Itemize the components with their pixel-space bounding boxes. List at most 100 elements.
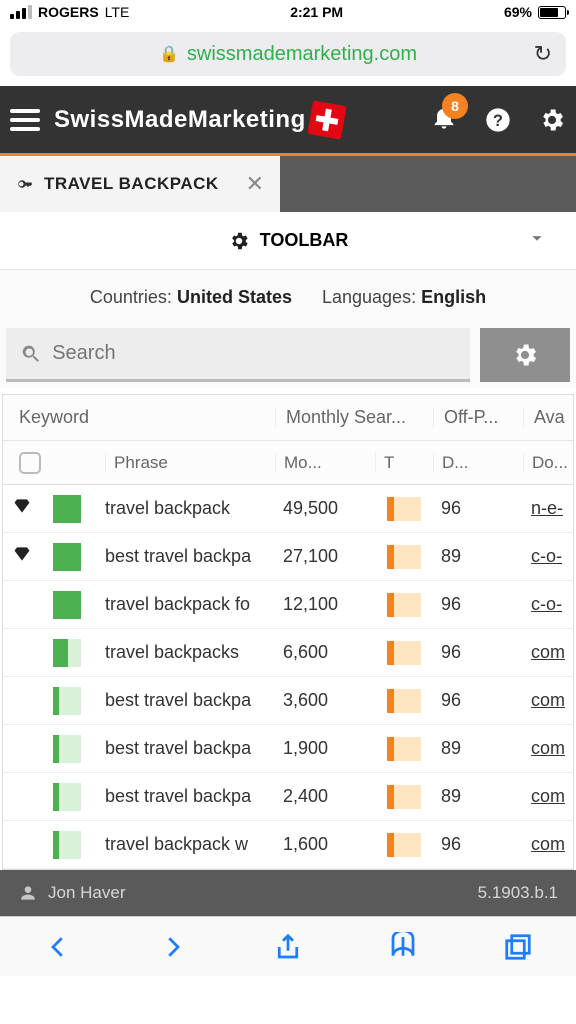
- strength-cell: [41, 543, 105, 571]
- forward-icon[interactable]: [158, 932, 188, 962]
- bookmarks-icon[interactable]: [388, 932, 418, 962]
- difficulty-cell: 89: [433, 786, 523, 807]
- trend-cell: [375, 737, 433, 761]
- strength-cell: [41, 735, 105, 763]
- monthly-cell: 27,100: [275, 546, 375, 567]
- strength-cell: [41, 783, 105, 811]
- table-body: travel backpack49,50096n-e-best travel b…: [3, 485, 573, 869]
- languages-value[interactable]: English: [421, 287, 486, 307]
- diamond-icon: [12, 496, 32, 521]
- col-phrase[interactable]: Phrase: [105, 453, 275, 473]
- difficulty-cell: 96: [433, 594, 523, 615]
- table-row[interactable]: best travel backpa1,90089com: [3, 725, 573, 773]
- menu-button[interactable]: [10, 109, 40, 131]
- url-field[interactable]: 🔒 swissmademarketing.com ↻: [10, 32, 566, 76]
- safari-url-bar: 🔒 swissmademarketing.com ↻: [0, 24, 576, 86]
- notifications-button[interactable]: 8: [430, 103, 458, 136]
- table-row[interactable]: best travel backpa3,60096com: [3, 677, 573, 725]
- search-input[interactable]: [52, 342, 456, 365]
- domain-cell[interactable]: com: [523, 834, 573, 855]
- domain-cell[interactable]: n-e-: [523, 498, 573, 519]
- table-row[interactable]: best travel backpa27,10089c-o-: [3, 533, 573, 581]
- domain-cell[interactable]: c-o-: [523, 546, 573, 567]
- strength-cell: [41, 639, 105, 667]
- col-availability[interactable]: Ava: [523, 407, 573, 428]
- table-row[interactable]: travel backpack w1,60096com: [3, 821, 573, 869]
- brand-title: SwissMadeMarketing: [54, 106, 306, 134]
- phrase-cell: travel backpack fo: [105, 594, 275, 615]
- tab-close-icon[interactable]: ✕: [246, 171, 264, 197]
- countries-value[interactable]: United States: [177, 287, 292, 307]
- notification-badge: 8: [442, 93, 468, 119]
- search-icon: [20, 342, 42, 366]
- monthly-cell: 1,600: [275, 834, 375, 855]
- difficulty-cell: 96: [433, 642, 523, 663]
- strength-cell: [41, 495, 105, 523]
- table-row[interactable]: travel backpack fo12,100 96c-o-: [3, 581, 573, 629]
- tab-travel-backpack[interactable]: TRAVEL BACKPACK ✕: [0, 156, 280, 212]
- filter-summary: Countries: United States Languages: Engl…: [0, 270, 576, 324]
- settings-icon[interactable]: [538, 106, 566, 134]
- share-icon[interactable]: [273, 932, 303, 962]
- strength-cell: [41, 687, 105, 715]
- domain-cell[interactable]: com: [523, 642, 573, 663]
- table-row[interactable]: travel backpack49,500 96n-e-: [3, 485, 573, 533]
- diamond-cell: [3, 544, 41, 569]
- col-monthly-searches[interactable]: Monthly Sear...: [275, 407, 433, 428]
- trend-cell: [375, 545, 433, 569]
- battery-fill: [540, 8, 558, 17]
- back-icon[interactable]: [43, 932, 73, 962]
- domain-cell[interactable]: com: [523, 786, 573, 807]
- trend-cell: [375, 641, 433, 665]
- trend-cell: [375, 497, 433, 521]
- ios-status-bar: ROGERS LTE 2:21 PM 69%: [0, 0, 576, 24]
- col-mo[interactable]: Mo...: [275, 453, 375, 473]
- domain-cell[interactable]: c-o-: [523, 594, 573, 615]
- phrase-cell: travel backpack: [105, 498, 275, 519]
- toolbar-toggle[interactable]: TOOLBAR: [0, 212, 576, 270]
- reload-icon[interactable]: ↻: [534, 41, 552, 67]
- phrase-cell: best travel backpa: [105, 786, 275, 807]
- difficulty-cell: 96: [433, 498, 523, 519]
- key-icon: [16, 175, 34, 193]
- url-domain: swissmademarketing.com: [187, 43, 417, 66]
- search-settings-button[interactable]: [480, 328, 570, 382]
- tabs-icon[interactable]: [503, 932, 533, 962]
- col-off-page[interactable]: Off-P...: [433, 407, 523, 428]
- trend-cell: [375, 833, 433, 857]
- user-bar: Jon Haver 5.1903.b.1: [0, 870, 576, 916]
- battery-icon: [538, 6, 566, 19]
- monthly-cell: 1,900: [275, 738, 375, 759]
- phrase-cell: travel backpacks: [105, 642, 275, 663]
- domain-cell[interactable]: com: [523, 690, 573, 711]
- domain-cell[interactable]: com: [523, 738, 573, 759]
- network-label: LTE: [105, 4, 130, 20]
- monthly-cell: 3,600: [275, 690, 375, 711]
- col-do[interactable]: Do...: [523, 453, 573, 473]
- search-box[interactable]: [6, 328, 470, 382]
- phrase-cell: best travel backpa: [105, 690, 275, 711]
- user-name[interactable]: Jon Haver: [48, 883, 125, 903]
- help-icon[interactable]: ?: [484, 106, 512, 134]
- difficulty-cell: 96: [433, 834, 523, 855]
- table-row[interactable]: best travel backpa2,400 89com: [3, 773, 573, 821]
- monthly-cell: 49,500: [275, 498, 375, 519]
- difficulty-cell: 89: [433, 738, 523, 759]
- toolbar-label: TOOLBAR: [260, 230, 349, 251]
- trend-cell: [375, 785, 433, 809]
- col-d[interactable]: D...: [433, 453, 523, 473]
- monthly-cell: 2,400: [275, 786, 375, 807]
- safari-toolbar: [0, 916, 576, 976]
- col-t[interactable]: T: [375, 453, 433, 473]
- trend-cell: [375, 593, 433, 617]
- strength-cell: [41, 591, 105, 619]
- diamond-icon: [12, 544, 32, 569]
- col-keyword[interactable]: Keyword: [3, 407, 275, 428]
- strength-cell: [41, 831, 105, 859]
- table-row[interactable]: travel backpacks6,60096com: [3, 629, 573, 677]
- keyword-table: Keyword Monthly Sear... Off-P... Ava Phr…: [2, 394, 574, 870]
- chevron-down-icon: [526, 227, 548, 254]
- select-all-checkbox[interactable]: [19, 452, 41, 474]
- search-row: [0, 324, 576, 388]
- monthly-cell: 12,100: [275, 594, 375, 615]
